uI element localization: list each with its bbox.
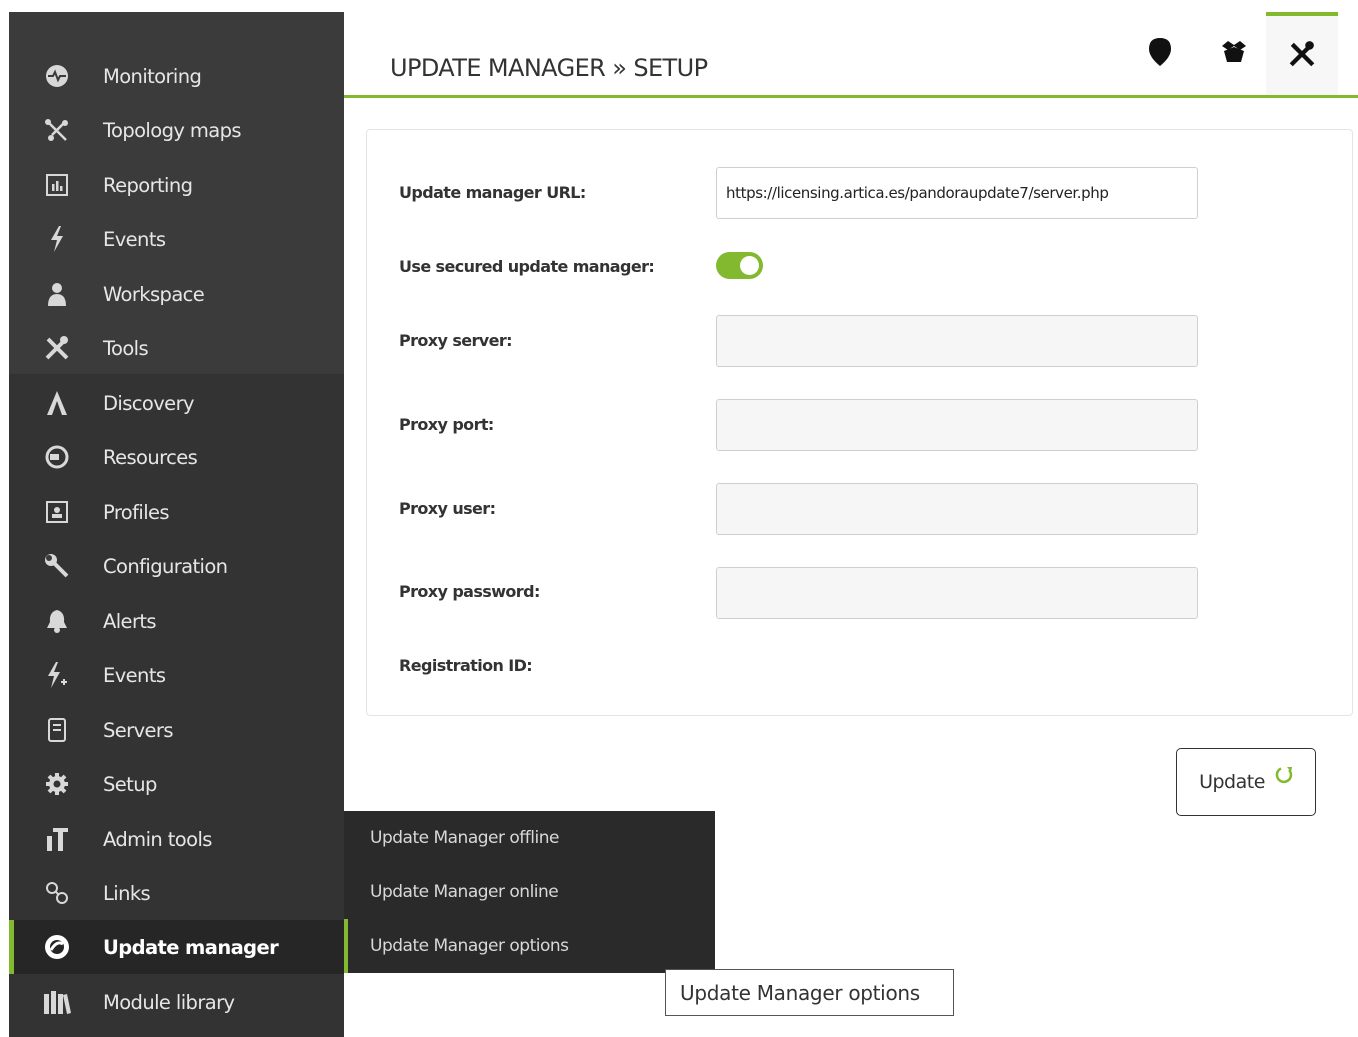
update-button-label: Update bbox=[1199, 771, 1265, 793]
sidebar-item-workspace[interactable]: Workspace bbox=[9, 267, 344, 321]
resources-icon bbox=[42, 442, 72, 472]
lightning-plus-icon bbox=[42, 660, 72, 690]
toggle-knob bbox=[740, 256, 759, 275]
sidebar-item-label: Servers bbox=[103, 718, 174, 742]
lightning-icon bbox=[42, 224, 72, 254]
sidebar-item-module-library[interactable]: Module library bbox=[9, 975, 344, 1029]
proxy-user-input[interactable] bbox=[716, 483, 1198, 535]
sidebar-item-label: Update manager bbox=[103, 935, 279, 959]
sidebar-item-label: Topology maps bbox=[103, 118, 242, 142]
sidebar-item-setup[interactable]: Setup bbox=[9, 757, 344, 811]
page-header: UPDATE MANAGER » SETUP bbox=[344, 12, 1358, 98]
secured-update-manager-toggle[interactable] bbox=[716, 252, 763, 279]
sidebar-item-update-manager[interactable]: Update manager bbox=[9, 920, 344, 974]
server-icon bbox=[42, 715, 72, 745]
proxy-user-label: Proxy user: bbox=[399, 499, 496, 518]
sidebar-item-label: Setup bbox=[103, 772, 157, 796]
header-button-map[interactable] bbox=[1124, 12, 1196, 95]
sidebar-item-label: Events bbox=[103, 227, 166, 251]
sidebar-item-discovery[interactable]: Discovery bbox=[9, 376, 344, 430]
sidebar-item-label: Resources bbox=[103, 445, 198, 469]
box-icon bbox=[1221, 40, 1247, 68]
sidebar-item-configuration[interactable]: Configuration bbox=[9, 539, 344, 593]
sidebar-item-label: Module library bbox=[103, 990, 235, 1014]
admin-tools-icon bbox=[42, 824, 72, 854]
proxy-port-input[interactable] bbox=[716, 399, 1198, 451]
url-label: Update manager URL: bbox=[399, 183, 586, 202]
sidebar-item-label: Events bbox=[103, 663, 166, 687]
submenu-item-offline[interactable]: Update Manager offline bbox=[344, 811, 715, 865]
sidebar-item-label: Links bbox=[103, 881, 151, 905]
sidebar-item-servers[interactable]: Servers bbox=[9, 703, 344, 757]
sidebar-item-monitoring[interactable]: Monitoring bbox=[9, 49, 344, 103]
header-button-box[interactable] bbox=[1198, 12, 1270, 95]
sidebar-item-events[interactable]: Events bbox=[9, 212, 344, 266]
sidebar-item-alerts[interactable]: Alerts bbox=[9, 594, 344, 648]
header-underline bbox=[344, 95, 1358, 98]
sidebar-item-resources[interactable]: Resources bbox=[9, 430, 344, 484]
sidebar-item-label: Workspace bbox=[103, 282, 205, 306]
report-icon bbox=[42, 170, 72, 200]
sidebar-item-reporting[interactable]: Reporting bbox=[9, 158, 344, 212]
gear-icon bbox=[42, 769, 72, 799]
secured-label: Use secured update manager: bbox=[399, 257, 655, 276]
sidebar-item-label: Monitoring bbox=[103, 64, 202, 88]
sidebar-item-label: Discovery bbox=[103, 391, 195, 415]
registration-id-label: Registration ID: bbox=[399, 656, 533, 675]
profile-icon bbox=[42, 497, 72, 527]
sidebar-item-label: Alerts bbox=[103, 609, 157, 633]
refresh-icon bbox=[1275, 766, 1293, 789]
sidebar-item-admin-tools[interactable]: Admin tools bbox=[9, 812, 344, 866]
sidebar-item-label: Profiles bbox=[103, 500, 170, 524]
update-manager-submenu: Update Manager offline Update Manager on… bbox=[344, 811, 715, 973]
sidebar-item-profiles[interactable]: Profiles bbox=[9, 485, 344, 539]
submenu-item-online[interactable]: Update Manager online bbox=[344, 865, 715, 919]
proxy-server-label: Proxy server: bbox=[399, 331, 513, 350]
header-button-setup[interactable] bbox=[1266, 12, 1338, 95]
proxy-port-label: Proxy port: bbox=[399, 415, 494, 434]
submenu-item-options[interactable]: Update Manager options bbox=[344, 919, 715, 973]
update-manager-url-input[interactable] bbox=[716, 167, 1198, 219]
heartbeat-icon bbox=[42, 61, 72, 91]
bell-icon bbox=[42, 606, 72, 636]
sidebar-item-events-admin[interactable]: Events bbox=[9, 648, 344, 702]
tools-icon bbox=[42, 333, 72, 363]
discovery-icon bbox=[42, 388, 72, 418]
topology-icon bbox=[42, 115, 72, 145]
sidebar-item-label: Tools bbox=[103, 336, 149, 360]
user-icon bbox=[42, 279, 72, 309]
sidebar-item-tools[interactable]: Tools bbox=[9, 321, 344, 375]
sidebar-item-topology-maps[interactable]: Topology maps bbox=[9, 103, 344, 157]
link-icon bbox=[42, 878, 72, 908]
proxy-server-input[interactable] bbox=[716, 315, 1198, 367]
library-icon bbox=[42, 987, 72, 1017]
proxy-password-input[interactable] bbox=[716, 567, 1198, 619]
page-title: UPDATE MANAGER » SETUP bbox=[390, 54, 708, 82]
tools-icon bbox=[1288, 40, 1316, 72]
update-button[interactable]: Update bbox=[1176, 748, 1316, 816]
sidebar-item-label: Configuration bbox=[103, 554, 228, 578]
setup-form: Update manager URL: Use secured update m… bbox=[366, 129, 1353, 716]
tooltip: Update Manager options bbox=[665, 969, 954, 1016]
sidebar-item-label: Admin tools bbox=[103, 827, 212, 851]
wrench-icon bbox=[42, 551, 72, 581]
sidebar-item-label: Reporting bbox=[103, 173, 193, 197]
proxy-password-label: Proxy password: bbox=[399, 582, 540, 601]
update-manager-icon bbox=[42, 932, 72, 962]
sidebar-item-links[interactable]: Links bbox=[9, 866, 344, 920]
sidebar: Monitoring Topology maps Reporting Event… bbox=[9, 12, 344, 1037]
location-pin-icon bbox=[1148, 37, 1172, 71]
